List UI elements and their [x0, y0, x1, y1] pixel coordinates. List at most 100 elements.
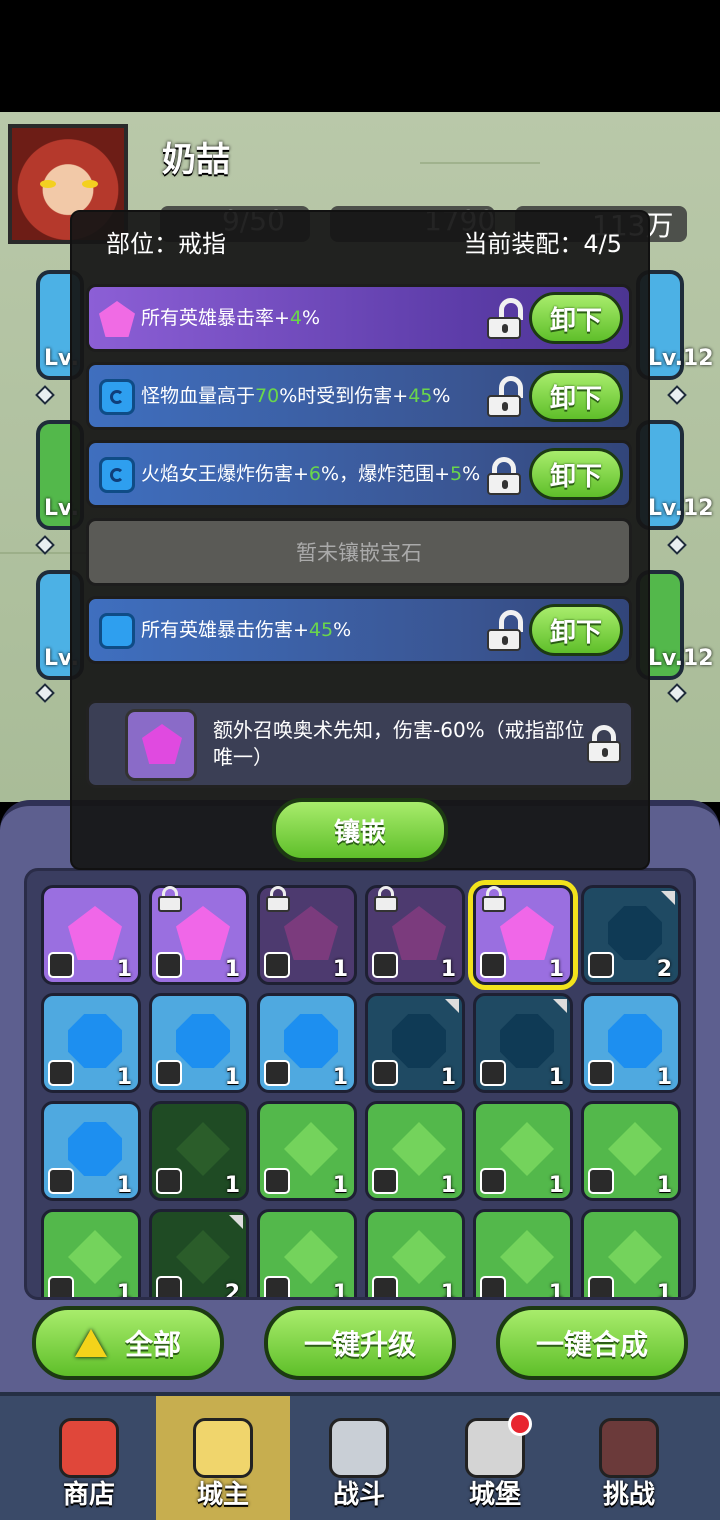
unlock-icon[interactable]	[487, 610, 523, 651]
unload-button[interactable]: 卸下	[529, 448, 623, 500]
equip-type-icon	[372, 1060, 398, 1086]
nav-challenge[interactable]: 挑战	[562, 1396, 696, 1520]
equip-type-icon	[264, 1276, 290, 1297]
equip-type-icon	[588, 1276, 614, 1297]
gem-icon	[176, 1122, 230, 1176]
bottom-nav: 商店 城主 战斗 城堡 挑战	[0, 1392, 720, 1520]
gem-slot[interactable]: 1	[149, 993, 249, 1093]
blue-swirl-gem-icon	[99, 457, 135, 493]
filter-all-button[interactable]: 全部	[32, 1306, 224, 1380]
gem-effect-text: 怪物血量高于 70 %时受到伤害+ 45%	[141, 384, 451, 407]
unload-button[interactable]: 卸下	[529, 370, 623, 422]
player-name: 奶喆	[162, 140, 230, 180]
gem-icon	[608, 1230, 662, 1284]
equip-type-icon	[48, 1168, 74, 1194]
gem-slot[interactable]: 1	[149, 885, 249, 985]
notification-dot	[508, 1412, 532, 1436]
gem-count: 1	[332, 1281, 348, 1300]
nav-shop[interactable]: 商店	[22, 1396, 156, 1520]
hero-level: Lv.12	[648, 346, 714, 371]
equip-type-icon	[156, 1168, 182, 1194]
status-bar	[0, 0, 720, 112]
gem-count: 1	[440, 1173, 456, 1198]
arcane-gem-icon	[125, 709, 197, 781]
blue-swirl-gem-icon	[99, 379, 135, 415]
unlock-icon[interactable]	[487, 298, 523, 339]
gem-slot[interactable]: 1	[257, 1209, 357, 1300]
gem-count: 1	[440, 1281, 456, 1300]
gem-icon	[608, 1122, 662, 1176]
gem-slot[interactable]: 1	[581, 1209, 681, 1297]
gem-count: 1	[440, 1065, 456, 1090]
gem-slot[interactable]: 1	[365, 993, 465, 1093]
inlay-button[interactable]: 镶嵌	[272, 798, 448, 862]
gem-slot[interactable]: 1	[365, 1101, 465, 1201]
gem-row-3: 火焰女王爆炸伤害+6%，爆炸范围+5% 卸下	[86, 440, 632, 508]
equip-type-icon	[264, 952, 290, 978]
nav-lord[interactable]: 城主	[156, 1396, 290, 1520]
gem-slot[interactable]: 1	[41, 993, 141, 1093]
gem-slot[interactable]: 1	[41, 1101, 141, 1201]
unlock-icon[interactable]	[487, 376, 523, 417]
new-corner-marker	[553, 999, 567, 1013]
equip-type-icon	[372, 1168, 398, 1194]
equip-type-icon	[588, 1060, 614, 1086]
unload-button[interactable]: 卸下	[529, 292, 623, 344]
gem-row-empty[interactable]: 暂未镶嵌宝石	[86, 518, 632, 586]
gem-slot[interactable]: 1	[581, 993, 681, 1093]
hero-level: Lv.12	[648, 646, 714, 671]
gem-grid[interactable]: 1 1 1 1 1 2 1 1 1 1 1 1 1 1 1 1 1 1 1 2 1 1 1 1	[24, 868, 696, 1300]
gem-icon	[176, 1014, 230, 1068]
gem-count: 1	[656, 1173, 672, 1198]
triangle-icon	[74, 1329, 107, 1357]
gem-slot[interactable]: 1	[149, 1101, 249, 1201]
lock-icon	[482, 886, 506, 912]
lock-icon[interactable]	[587, 725, 621, 763]
gem-count: 1	[116, 957, 132, 982]
gem-slot[interactable]: 1	[365, 885, 465, 985]
gem-slot[interactable]: 1	[257, 885, 357, 985]
merge-all-button[interactable]: 一键合成	[496, 1306, 688, 1380]
gem-slot[interactable]: 1	[581, 1101, 681, 1201]
gem-slot[interactable]: 1	[473, 993, 573, 1093]
gem-slot[interactable]: 2	[581, 885, 681, 985]
equip-type-icon	[48, 952, 74, 978]
gem-slot[interactable]: 1	[257, 993, 357, 1093]
crown-icon	[193, 1418, 253, 1478]
gem-slot[interactable]: 1	[473, 1101, 573, 1201]
equip-type-icon	[156, 1276, 182, 1297]
unload-button[interactable]: 卸下	[529, 604, 623, 656]
gem-slot[interactable]: 2	[149, 1209, 249, 1297]
lock-icon[interactable]	[487, 457, 521, 495]
gem-icon	[392, 1122, 446, 1176]
lock-icon	[158, 886, 182, 912]
gem-count: 1	[224, 957, 240, 982]
upgrade-all-button[interactable]: 一键升级	[264, 1306, 456, 1380]
gem-count: 1	[224, 1065, 240, 1090]
nav-label: 城主	[196, 1480, 249, 1510]
gem-icon	[392, 906, 446, 960]
gem-slot[interactable]: 1	[41, 885, 141, 985]
nav-label: 商店	[62, 1480, 115, 1510]
gem-icon	[500, 1014, 554, 1068]
gem-icon	[68, 906, 122, 960]
gem-row-2: 怪物血量高于 70 %时受到伤害+ 45% 卸下	[86, 362, 632, 430]
gem-slot[interactable]: 1	[473, 885, 573, 985]
nav-label: 城堡	[468, 1480, 521, 1510]
equip-type-icon	[264, 1168, 290, 1194]
new-corner-marker	[445, 999, 459, 1013]
gem-slot[interactable]: 1	[365, 1209, 465, 1300]
gem-slot[interactable]: 1	[257, 1101, 357, 1201]
equip-type-icon	[372, 952, 398, 978]
bonus-text: 额外召唤奥术先知，伤害-60%（戒指部位唯一）	[213, 718, 585, 769]
nav-battle[interactable]: 战斗	[292, 1396, 426, 1520]
gem-count: 1	[332, 1065, 348, 1090]
gem-slot[interactable]: 1	[41, 1209, 141, 1297]
equip-type-icon	[480, 1060, 506, 1086]
nav-castle[interactable]: 城堡	[428, 1396, 562, 1520]
equip-type-icon	[48, 1060, 74, 1086]
gem-count: 1	[548, 1065, 564, 1090]
gem-icon	[176, 1230, 230, 1284]
gem-row-1: 所有英雄暴击率+ 4% 卸下	[86, 284, 632, 352]
gem-slot[interactable]: 1	[473, 1209, 573, 1297]
